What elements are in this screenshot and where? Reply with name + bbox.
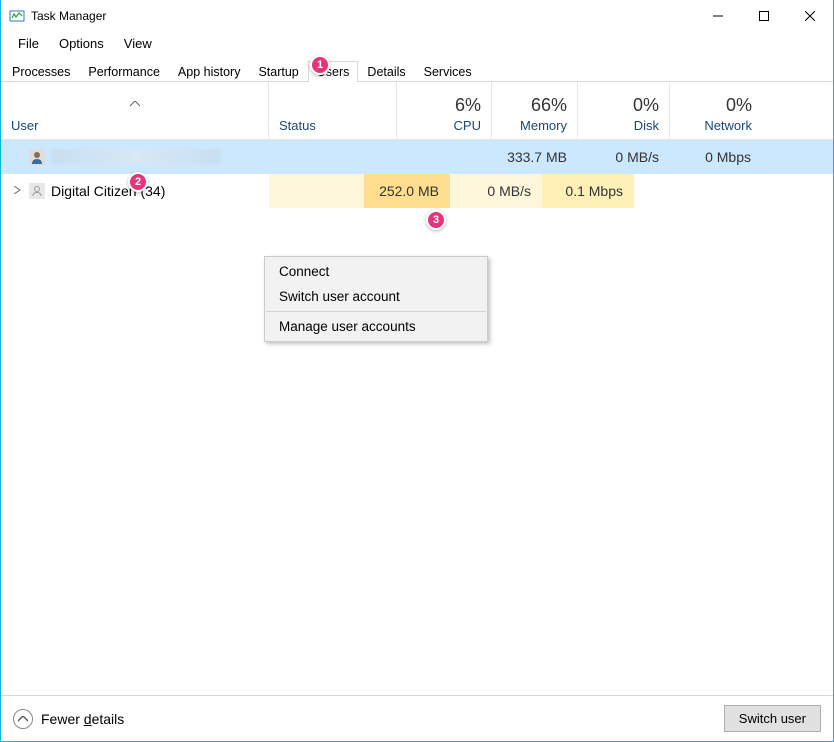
maximize-button[interactable] bbox=[741, 0, 787, 32]
tab-app-history[interactable]: App history bbox=[169, 61, 250, 82]
memory-cell: 333.7 MB bbox=[492, 140, 578, 174]
menu-file[interactable]: File bbox=[8, 34, 49, 53]
disk-cell: 0 MB/s bbox=[578, 140, 670, 174]
column-network[interactable]: 0% Network bbox=[670, 82, 762, 139]
menu-view[interactable]: View bbox=[114, 34, 162, 53]
chevron-up-icon bbox=[13, 709, 33, 729]
expand-arrow-icon[interactable] bbox=[11, 186, 23, 197]
column-user[interactable]: User bbox=[1, 82, 269, 139]
user-row[interactable]: Digital Citizen (34) 252.0 MB 0 MB/s 0.1… bbox=[1, 174, 833, 208]
fewer-details-toggle[interactable]: Fewer details bbox=[13, 709, 124, 729]
user-name-cell bbox=[1, 140, 269, 174]
tab-performance[interactable]: Performance bbox=[79, 61, 169, 82]
column-disk[interactable]: 0% Disk bbox=[578, 82, 670, 139]
network-percentage: 0% bbox=[726, 95, 752, 116]
column-user-label: User bbox=[11, 118, 258, 133]
tab-details[interactable]: Details bbox=[358, 61, 414, 82]
tab-startup[interactable]: Startup bbox=[249, 61, 307, 82]
menu-bar: File Options View bbox=[1, 32, 833, 54]
annotation-badge-2: 2 bbox=[128, 172, 148, 192]
menu-options[interactable]: Options bbox=[49, 34, 114, 53]
memory-cell: 252.0 MB bbox=[364, 174, 450, 208]
annotation-badge-3: 3 bbox=[426, 210, 446, 230]
column-cpu[interactable]: 6% CPU bbox=[397, 82, 492, 139]
window-controls bbox=[695, 0, 833, 32]
column-status[interactable]: Status bbox=[269, 82, 397, 139]
user-avatar-icon bbox=[29, 149, 45, 165]
column-memory-label: Memory bbox=[520, 118, 567, 133]
task-manager-icon bbox=[9, 8, 25, 24]
column-status-label: Status bbox=[279, 118, 386, 133]
user-row[interactable]: 333.7 MB 0 MB/s 0 Mbps bbox=[1, 140, 833, 174]
context-menu-manage-accounts[interactable]: Manage user accounts bbox=[265, 314, 487, 339]
context-menu-switch-user[interactable]: Switch user account bbox=[265, 284, 487, 309]
user-name-blurred bbox=[51, 149, 221, 165]
annotation-badge-1: 1 bbox=[310, 55, 330, 75]
memory-percentage: 66% bbox=[531, 95, 567, 116]
window-title: Task Manager bbox=[31, 9, 106, 23]
disk-percentage: 0% bbox=[633, 95, 659, 116]
context-menu: Connect Switch user account Manage user … bbox=[264, 256, 488, 342]
tab-services[interactable]: Services bbox=[415, 61, 481, 82]
title-bar: Task Manager bbox=[1, 0, 833, 32]
fewer-details-label: Fewer details bbox=[41, 711, 124, 727]
cpu-percentage: 6% bbox=[455, 95, 481, 116]
column-network-label: Network bbox=[704, 118, 752, 133]
context-menu-connect[interactable]: Connect bbox=[265, 259, 487, 284]
sort-arrow-icon bbox=[11, 98, 258, 110]
user-avatar-icon bbox=[29, 183, 45, 199]
close-button[interactable] bbox=[787, 0, 833, 32]
cpu-cell bbox=[397, 140, 492, 174]
network-cell: 0 Mbps bbox=[670, 140, 762, 174]
user-name: Digital Citizen (34) bbox=[51, 183, 165, 199]
bottom-bar: Fewer details Switch user bbox=[1, 695, 833, 741]
status-cell bbox=[269, 140, 397, 174]
table-header: User Status 6% CPU 66% Memory 0% Disk 0%… bbox=[1, 82, 833, 140]
column-disk-label: Disk bbox=[634, 118, 659, 133]
minimize-button[interactable] bbox=[695, 0, 741, 32]
disk-cell: 0 MB/s bbox=[450, 174, 542, 208]
cpu-cell bbox=[269, 174, 364, 208]
switch-user-button[interactable]: Switch user bbox=[724, 705, 821, 732]
context-menu-separator bbox=[266, 311, 486, 312]
network-cell: 0.1 Mbps bbox=[542, 174, 634, 208]
users-table: User Status 6% CPU 66% Memory 0% Disk 0%… bbox=[1, 82, 833, 208]
tab-processes[interactable]: Processes bbox=[3, 61, 79, 82]
column-cpu-label: CPU bbox=[454, 118, 481, 133]
column-memory[interactable]: 66% Memory bbox=[492, 82, 578, 139]
tab-bar: Processes Performance App history Startu… bbox=[1, 58, 833, 82]
